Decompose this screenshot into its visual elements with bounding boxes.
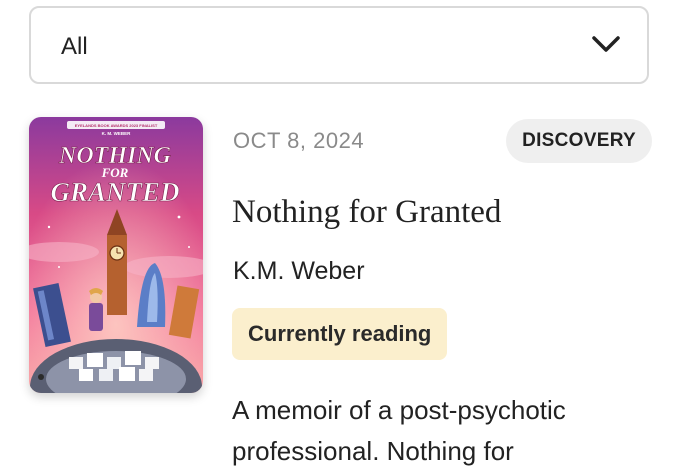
filter-selected-value: All (61, 33, 88, 60)
book-title[interactable]: Nothing for Granted (232, 194, 501, 231)
cover-author-text: K. M. WEBER (102, 131, 131, 136)
book-date: OCT 8, 2024 (233, 128, 365, 153)
filter-dropdown[interactable]: All (29, 6, 649, 84)
reading-status-badge: Currently reading (232, 308, 448, 360)
chevron-down-icon (592, 36, 620, 52)
cover-title-line3: GRANTED (50, 177, 179, 207)
book-description: A memoir of a post-psychotic professiona… (232, 395, 566, 466)
book-card[interactable]: EYELANDS BOOK AWARDS 2023 FINALIST K. M.… (0, 100, 674, 472)
book-author[interactable]: K.M. Weber (233, 257, 365, 286)
cover-award-text: EYELANDS BOOK AWARDS 2023 FINALIST (75, 123, 158, 128)
category-badge: DISCOVERY (506, 119, 652, 163)
book-cover-image[interactable]: EYELANDS BOOK AWARDS 2023 FINALIST K. M.… (29, 117, 203, 393)
